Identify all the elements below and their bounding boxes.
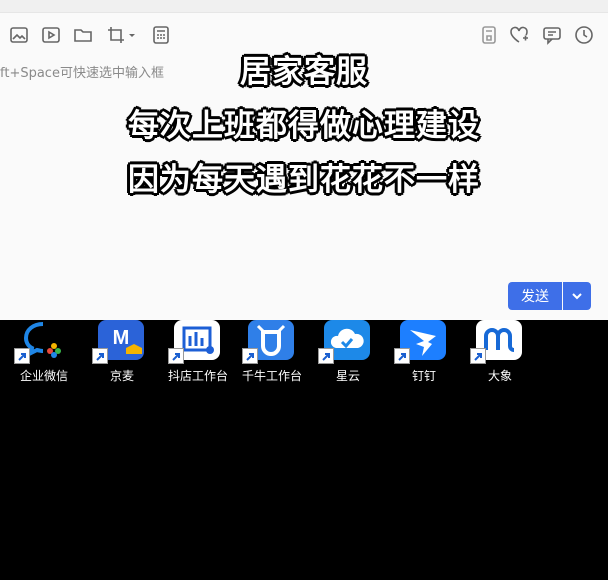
desktop-icon-label: 千牛工作台	[241, 369, 302, 383]
desktop-icon-label: 企业微信	[19, 369, 68, 383]
desktop-icon-label: 星云	[335, 369, 360, 383]
message-icon[interactable]	[541, 24, 563, 46]
shortcut-arrow-icon	[394, 348, 410, 364]
caption-line-2: 每次上班都得做心理建设	[128, 108, 480, 144]
shortcut-arrow-icon	[92, 348, 108, 364]
svg-text:M: M	[113, 327, 130, 349]
shortcut-arrow-icon	[242, 348, 258, 364]
desktop-icon-label: 钉钉	[411, 369, 436, 383]
image-icon[interactable]	[8, 24, 30, 46]
desktop-icon-xingyun[interactable]: 星云	[312, 320, 384, 390]
video-icon[interactable]	[40, 24, 62, 46]
clock-icon[interactable]	[573, 24, 595, 46]
desktop-icon-dingtalk[interactable]: 钉钉	[388, 320, 460, 390]
caption-line-1: 居家客服	[240, 54, 368, 90]
desktop-icon-wecom[interactable]: 企业微信	[8, 320, 80, 390]
desktop-icon-jingmai[interactable]: M 京麦	[86, 320, 158, 390]
desktop-icon-qianniu[interactable]: 千牛工作台	[236, 320, 308, 390]
calculator-icon[interactable]	[150, 24, 172, 46]
heart-plus-icon[interactable]	[508, 24, 530, 46]
panel-top-border	[0, 0, 608, 13]
shortcut-arrow-icon	[318, 348, 334, 364]
chevron-down-icon	[572, 293, 582, 300]
save-icon[interactable]	[478, 24, 500, 46]
shortcut-arrow-icon	[168, 348, 184, 364]
crop-icon[interactable]	[104, 24, 138, 46]
send-options-button[interactable]	[563, 282, 591, 310]
desktop-icon-daxiang[interactable]: 大象	[464, 320, 536, 390]
desktop-icon-doudian[interactable]: 抖店工作台	[162, 320, 234, 390]
caption-line-3: 因为每天遇到花花不一样	[128, 162, 480, 198]
folder-icon[interactable]	[72, 24, 94, 46]
shortcut-arrow-icon	[14, 348, 30, 364]
desktop-icon-label: 京麦	[109, 369, 134, 383]
desktop-icon-label: 大象	[487, 369, 512, 383]
shortcut-arrow-icon	[470, 348, 486, 364]
send-button[interactable]: 发送	[508, 282, 562, 310]
